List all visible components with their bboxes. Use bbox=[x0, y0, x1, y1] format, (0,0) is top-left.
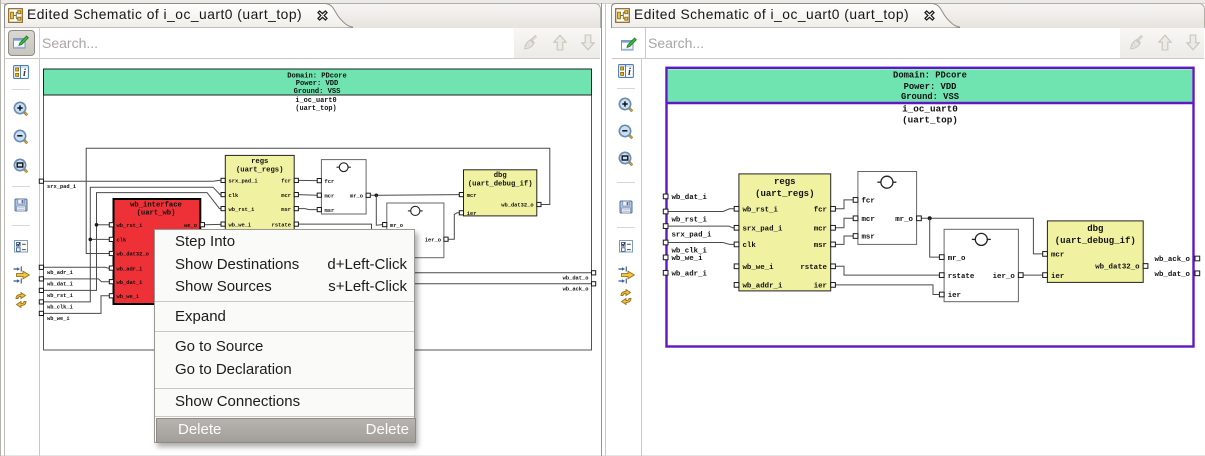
svg-text:mcr: mcr bbox=[1051, 252, 1064, 260]
svg-text:wb_clk_i: wb_clk_i bbox=[47, 305, 74, 311]
svg-text:wb_addr_i: wb_addr_i bbox=[743, 283, 783, 291]
svg-text:(uart_regs): (uart_regs) bbox=[236, 166, 283, 174]
svg-text:wb_we_i: wb_we_i bbox=[117, 294, 140, 300]
svg-text:dbg: dbg bbox=[1087, 224, 1103, 234]
svg-text:dbg: dbg bbox=[494, 172, 507, 180]
svg-text:wb_adr_i: wb_adr_i bbox=[47, 270, 74, 276]
svg-text:wb_dat_o: wb_dat_o bbox=[1155, 271, 1191, 279]
svg-text:Power: VDD: Power: VDD bbox=[296, 80, 339, 88]
svg-text:ier: ier bbox=[948, 292, 961, 300]
svg-text:(uart_top): (uart_top) bbox=[902, 115, 958, 126]
svg-text:wb_clk_i: wb_clk_i bbox=[672, 248, 708, 256]
svg-text:wb_we_i: wb_we_i bbox=[229, 222, 252, 228]
svg-text:ier_o: ier_o bbox=[425, 237, 441, 243]
svg-text:mcr: mcr bbox=[325, 193, 335, 199]
svg-text:ier: ier bbox=[814, 283, 827, 291]
svg-text:(uart_debug_if): (uart_debug_if) bbox=[468, 181, 533, 189]
svg-text:(uart_wb): (uart_wb) bbox=[137, 209, 176, 217]
svg-text:i_oc_uart0: i_oc_uart0 bbox=[295, 97, 336, 105]
svg-text:Ground: VSS: Ground: VSS bbox=[294, 88, 342, 96]
svg-text:rstate: rstate bbox=[272, 222, 291, 228]
svg-text:mr_o: mr_o bbox=[948, 255, 966, 263]
svg-text:fcr: fcr bbox=[325, 179, 335, 185]
svg-text:fcr: fcr bbox=[862, 198, 875, 206]
svg-text:clk: clk bbox=[743, 242, 757, 250]
svg-text:wb_rst_i: wb_rst_i bbox=[743, 207, 779, 215]
svg-text:Power: VDD: Power: VDD bbox=[904, 82, 957, 92]
svg-text:msr: msr bbox=[814, 242, 827, 250]
svg-text:Domain: PDcore: Domain: PDcore bbox=[287, 72, 347, 80]
svg-text:(uart_top): (uart_top) bbox=[295, 105, 336, 113]
svg-text:fcr: fcr bbox=[281, 179, 291, 185]
svg-text:wb_dat32_o: wb_dat32_o bbox=[1095, 264, 1140, 272]
svg-text:msr: msr bbox=[862, 234, 875, 242]
svg-text:(uart_debug_if): (uart_debug_if) bbox=[1055, 236, 1136, 246]
svg-text:wb_we_i: wb_we_i bbox=[672, 255, 704, 263]
svg-text:Domain: PDcore: Domain: PDcore bbox=[893, 71, 967, 81]
svg-text:i: i bbox=[23, 68, 26, 79]
svg-text:wb_rst_i: wb_rst_i bbox=[117, 223, 144, 229]
svg-text:rstate: rstate bbox=[800, 264, 827, 272]
svg-text:ier: ier bbox=[1051, 273, 1064, 281]
svg-text:msr: msr bbox=[325, 208, 335, 214]
svg-text:wb_interface: wb_interface bbox=[130, 202, 182, 210]
svg-text:wb_ack_o: wb_ack_o bbox=[1155, 256, 1191, 264]
svg-text:mcr: mcr bbox=[281, 193, 291, 199]
svg-text:Ground: VSS: Ground: VSS bbox=[901, 92, 959, 102]
svg-text:i: i bbox=[628, 67, 631, 78]
svg-text:clk: clk bbox=[229, 193, 239, 199]
svg-text:wb_adr_i: wb_adr_i bbox=[672, 271, 708, 279]
svg-text:wb_dat_i: wb_dat_i bbox=[117, 280, 144, 286]
svg-text:wb_dat_o: wb_dat_o bbox=[563, 276, 589, 282]
svg-text:srx_pad_i: srx_pad_i bbox=[672, 231, 712, 239]
svg-text:wb_dat32_o: wb_dat32_o bbox=[501, 203, 533, 209]
svg-text:clk: clk bbox=[117, 238, 127, 244]
svg-text:regs: regs bbox=[251, 158, 268, 166]
svg-text:mcr: mcr bbox=[862, 216, 875, 224]
svg-text:wb_dat32_o: wb_dat32_o bbox=[117, 252, 149, 258]
svg-text:wb_rst_i: wb_rst_i bbox=[47, 293, 74, 299]
svg-text:srx_pad_i: srx_pad_i bbox=[229, 179, 259, 185]
svg-text:wb_dat_i: wb_dat_i bbox=[47, 282, 74, 288]
svg-text:wb_we_i: wb_we_i bbox=[743, 264, 775, 272]
svg-text:wb_adr_i: wb_adr_i bbox=[117, 266, 144, 272]
svg-text:rstate: rstate bbox=[948, 273, 975, 281]
svg-text:mr_o: mr_o bbox=[350, 194, 363, 200]
svg-text:mcr: mcr bbox=[814, 226, 827, 234]
svg-text:ier: ier bbox=[467, 211, 477, 217]
svg-text:wb_dat_i: wb_dat_i bbox=[672, 194, 708, 202]
svg-text:srx_pad_i: srx_pad_i bbox=[743, 226, 783, 234]
svg-text:wb_ack_o: wb_ack_o bbox=[563, 287, 589, 293]
svg-text:mr_o: mr_o bbox=[895, 216, 913, 224]
svg-text:srx_pad_i: srx_pad_i bbox=[47, 184, 77, 190]
svg-text:i_oc_uart0: i_oc_uart0 bbox=[902, 104, 958, 115]
svg-text:wb_we_i: wb_we_i bbox=[47, 316, 70, 322]
svg-text:wb_rst_i: wb_rst_i bbox=[229, 207, 256, 213]
svg-text:(uart_regs): (uart_regs) bbox=[755, 189, 814, 199]
svg-text:fcr: fcr bbox=[814, 207, 827, 215]
svg-text:wb_rst_i: wb_rst_i bbox=[672, 217, 708, 225]
svg-text:mcr: mcr bbox=[467, 193, 477, 199]
svg-text:regs: regs bbox=[774, 177, 796, 187]
svg-text:msr: msr bbox=[281, 207, 291, 213]
svg-text:ier_o: ier_o bbox=[993, 273, 1016, 281]
